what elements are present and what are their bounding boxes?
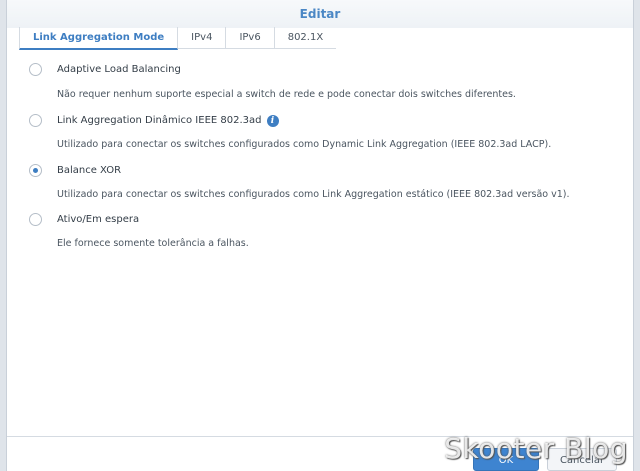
watermark-logo: Skooter Blog <box>444 432 628 465</box>
option-active-standby[interactable]: Ativo/Em espera <box>29 213 139 226</box>
tab-ipv6[interactable]: IPv6 <box>226 27 275 48</box>
option-label: Balance XOR <box>57 165 122 176</box>
radio-balance-xor[interactable] <box>29 164 42 177</box>
tab-ipv4[interactable]: IPv4 <box>178 27 227 48</box>
radio-active-standby[interactable] <box>29 213 42 226</box>
option-balance-xor[interactable]: Balance XOR <box>29 164 121 177</box>
info-icon[interactable]: i <box>266 114 279 127</box>
background-panel-right <box>634 0 640 471</box>
option-label: Ativo/Em espera <box>57 214 140 225</box>
option-dynamic-link-aggregation[interactable]: Link Aggregation Dinâmico IEEE 802.3ad i <box>29 114 279 127</box>
option-description: Não requer nenhum suporte especial a swi… <box>57 89 516 100</box>
option-description: Utilizado para conectar os switches conf… <box>57 139 552 150</box>
option-adaptive-load-balancing[interactable]: Adaptive Load Balancing <box>29 63 181 76</box>
tab-link-aggregation-mode[interactable]: Link Aggregation Mode <box>19 27 179 50</box>
dialog-title: Editar <box>7 0 633 28</box>
option-label: Link Aggregation Dinâmico IEEE 802.3ad <box>57 115 262 126</box>
option-description: Utilizado para conectar os switches conf… <box>57 189 570 200</box>
option-description: Ele fornece somente tolerância a falhas. <box>57 238 249 249</box>
option-label: Adaptive Load Balancing <box>57 64 181 75</box>
radio-adaptive-load-balancing[interactable] <box>29 63 42 76</box>
tab-8021x[interactable]: 802.1X <box>275 27 336 48</box>
radio-dynamic-link-aggregation[interactable] <box>29 114 42 127</box>
tab-bar: Link Aggregation Mode IPv4 IPv6 802.1X <box>19 27 337 50</box>
edit-dialog: Editar Link Aggregation Mode IPv4 IPv6 8… <box>6 0 634 471</box>
